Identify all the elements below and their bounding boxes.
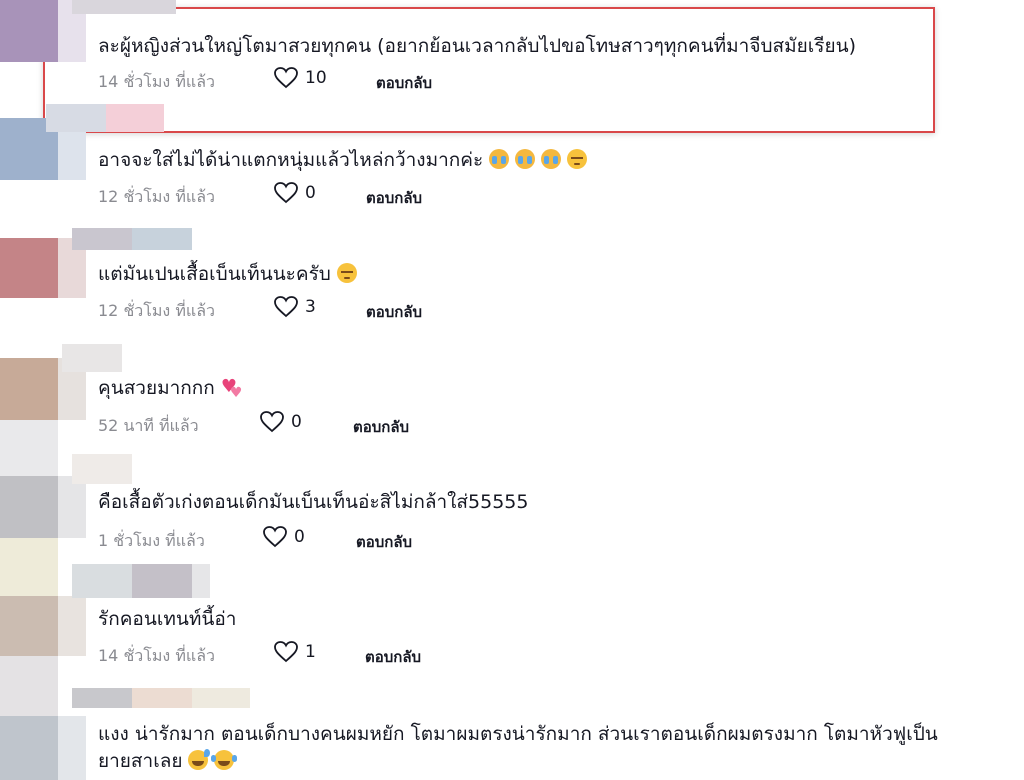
comment-time: 12 ชั่วโมง ที่แล้ว (98, 187, 215, 206)
like-count: 0 (294, 527, 305, 547)
avatar[interactable] (0, 596, 86, 656)
avatar[interactable] (0, 476, 86, 538)
cry-icon (489, 149, 510, 169)
cry-icon (541, 149, 562, 169)
cry-icon (515, 149, 536, 169)
username-blurred[interactable] (72, 688, 250, 708)
pensive-icon (336, 263, 357, 283)
comment-time: 1 ชั่วโมง ที่แล้ว (98, 531, 205, 550)
avatar-placeholder (0, 538, 58, 596)
heart-icon (274, 67, 298, 89)
avatar-placeholder (0, 420, 58, 476)
avatar[interactable] (0, 716, 86, 780)
comment-text: แงง น่ารักมาก ตอนเด็กบางคนผมหยัก โตมาผมต… (98, 723, 938, 745)
reply-button[interactable]: ตอบกลับ (353, 415, 409, 439)
two-hearts-icon (221, 373, 243, 407)
pensive-icon (567, 149, 588, 169)
comment-text: คุนสวยมากกก (98, 373, 243, 407)
like-button[interactable]: 0 (262, 525, 305, 549)
heart-icon (274, 182, 298, 204)
reply-button[interactable]: ตอบกลับ (365, 645, 421, 669)
avatar-placeholder (0, 656, 58, 716)
username-blurred[interactable] (72, 228, 192, 250)
reply-button[interactable]: ตอบกลับ (376, 71, 432, 95)
reply-button[interactable]: ตอบกลับ (366, 300, 422, 324)
username-blurred[interactable] (72, 0, 176, 14)
comment-text-line2: ยายสาเลย (98, 747, 235, 775)
username-blurred[interactable] (72, 454, 132, 484)
joy-icon (211, 750, 235, 770)
comment-text: คือเสื้อตัวเก่งตอนเด็กมันเบ็นเท็นอ่ะสิไม… (98, 491, 529, 513)
like-count: 0 (305, 183, 316, 203)
like-button[interactable]: 0 (273, 181, 316, 205)
like-count: 0 (291, 412, 302, 432)
heart-icon (274, 641, 298, 663)
comment-time: 52 นาที ที่แล้ว (98, 416, 199, 435)
comment-text: ละผู้หญิงส่วนใหญ่โตมาสวยทุกคน (อยากย้อนเ… (98, 35, 856, 57)
like-count: 3 (305, 297, 316, 317)
comment-text: อาจจะใส่ไม่ได้น่าแตกหนุ่มแล้วไหล่กว้างมา… (98, 146, 588, 174)
like-button[interactable]: 3 (273, 295, 316, 319)
sweat-smile-icon (188, 749, 211, 770)
reply-button[interactable]: ตอบกลับ (366, 186, 422, 210)
heart-icon (274, 296, 298, 318)
comment-time: 12 ชั่วโมง ที่แล้ว (98, 301, 215, 320)
reply-button[interactable]: ตอบกลับ (356, 530, 412, 554)
like-count: 10 (305, 68, 327, 88)
comment-time: 14 ชั่วโมง ที่แล้ว (98, 72, 215, 91)
username-blurred[interactable] (62, 344, 122, 372)
username-blurred[interactable] (72, 564, 210, 598)
like-button[interactable]: 1 (273, 640, 316, 664)
comment-time: 14 ชั่วโมง ที่แล้ว (98, 646, 215, 665)
heart-icon (260, 411, 284, 433)
like-button[interactable]: 10 (273, 66, 327, 90)
comment-text: รักคอนเทนท์นี้อ่า (98, 608, 237, 630)
heart-icon (263, 526, 287, 548)
comment-text: แต่มันเปนเสื้อเบ็นเท็นนะครับ (98, 260, 357, 288)
like-button[interactable]: 0 (259, 410, 302, 434)
username-blurred[interactable] (46, 104, 164, 132)
like-count: 1 (305, 642, 316, 662)
